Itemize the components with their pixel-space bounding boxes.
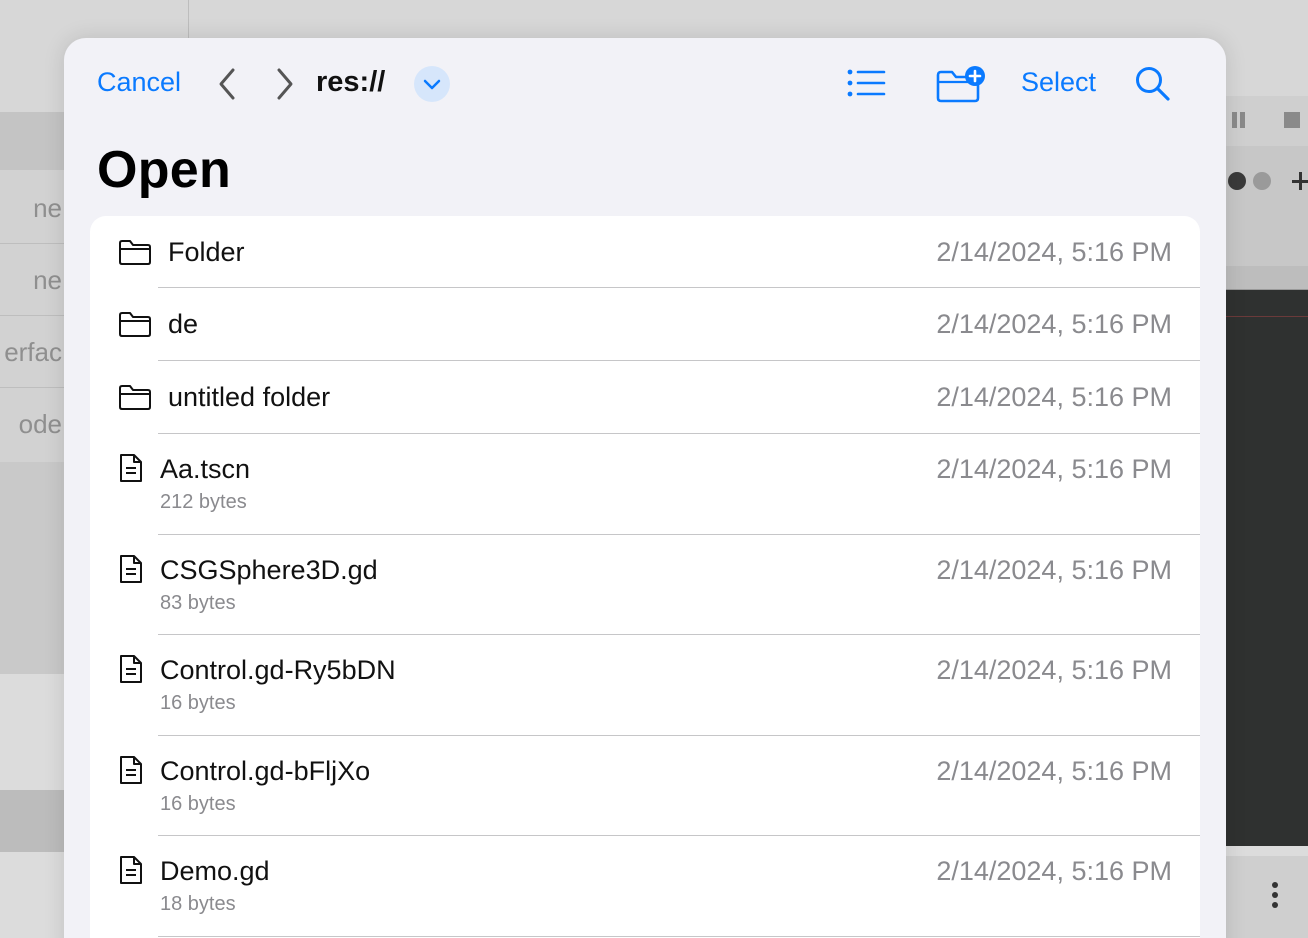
page-title: Open <box>97 141 232 199</box>
background-viewport <box>1226 290 1308 846</box>
path-menu-button[interactable] <box>414 66 450 102</box>
search-icon[interactable] <box>1134 65 1172 103</box>
item-size: 83 bytes <box>160 592 236 614</box>
list-item-file[interactable]: Control.gd-bFljXo 16 bytes 2/14/2024, 5:… <box>90 736 1200 836</box>
item-name: Folder <box>168 237 245 267</box>
document-icon <box>120 856 142 884</box>
background-sidebar-item: ne <box>0 244 64 316</box>
background-divider <box>188 0 189 40</box>
document-icon <box>120 756 142 784</box>
item-date: 2/14/2024, 5:16 PM <box>936 237 1172 267</box>
chevron-down-icon <box>423 79 441 90</box>
list-item-file[interactable]: Demo.gd 18 bytes 2/14/2024, 5:16 PM <box>90 836 1200 937</box>
background-sidebar-panel <box>0 462 64 674</box>
list-item-folder[interactable]: Folder 2/14/2024, 5:16 PM <box>90 216 1200 288</box>
list-item-folder[interactable]: untitled folder 2/14/2024, 5:16 PM <box>90 361 1200 434</box>
row-divider <box>158 936 1200 937</box>
folder-icon <box>119 312 151 337</box>
list-item-file[interactable]: Aa.tscn 212 bytes 2/14/2024, 5:16 PM <box>90 434 1200 535</box>
file-picker-sheet: Cancel res:// Select Open Folder 2/14/20… <box>64 38 1226 938</box>
item-name: Control.gd-Ry5bDN <box>160 655 396 685</box>
item-date: 2/14/2024, 5:16 PM <box>936 856 1172 886</box>
item-date: 2/14/2024, 5:16 PM <box>936 454 1172 484</box>
item-name: untitled folder <box>168 382 331 412</box>
background-ruler <box>1226 266 1308 290</box>
item-date: 2/14/2024, 5:16 PM <box>936 555 1172 585</box>
select-button[interactable]: Select <box>1021 67 1096 98</box>
background-sidebar-item: ode <box>18 409 62 439</box>
cancel-button[interactable]: Cancel <box>97 67 181 98</box>
list-view-icon[interactable] <box>846 68 886 100</box>
item-name: Aa.tscn <box>160 454 251 484</box>
item-name: Demo.gd <box>160 856 270 886</box>
item-size: 16 bytes <box>160 793 236 815</box>
navigation-bar: Cancel res:// Select <box>64 38 1226 130</box>
item-name: Control.gd-bFljXo <box>160 756 371 786</box>
item-date: 2/14/2024, 5:16 PM <box>936 756 1172 786</box>
background-bottom-bar <box>1226 856 1308 938</box>
background-viewport-guide <box>1226 316 1308 317</box>
background-sidebar-footer <box>0 790 64 852</box>
item-size: 16 bytes <box>160 692 236 714</box>
background-sidebar-item: erfac <box>0 316 64 388</box>
document-icon <box>120 555 142 583</box>
item-name: de <box>168 309 199 339</box>
list-item-file[interactable]: Control.gd-Ry5bDN 16 bytes 2/14/2024, 5:… <box>90 635 1200 736</box>
chevron-right-icon[interactable] <box>268 66 300 102</box>
item-date: 2/14/2024, 5:16 PM <box>936 382 1172 412</box>
chevron-left-icon[interactable] <box>212 66 244 102</box>
list-item-folder[interactable]: de 2/14/2024, 5:16 PM <box>90 288 1200 361</box>
list-item-file[interactable]: CSGSphere3D.gd 83 bytes 2/14/2024, 5:16 … <box>90 535 1200 635</box>
folder-icon <box>119 240 151 265</box>
path-title: res:// <box>316 66 386 98</box>
document-icon <box>120 454 142 482</box>
document-icon <box>120 655 142 683</box>
background-sidebar: ne ne erfac ode <box>0 170 64 462</box>
background-sidebar-item: ne <box>0 172 64 244</box>
background-sidebar-header <box>0 112 64 170</box>
item-date: 2/14/2024, 5:16 PM <box>936 309 1172 339</box>
item-name: CSGSphere3D.gd <box>160 555 378 585</box>
file-list: Folder 2/14/2024, 5:16 PM de 2/14/2024, … <box>90 216 1200 938</box>
item-size: 212 bytes <box>160 491 247 513</box>
background-playback-bar <box>1226 96 1308 146</box>
item-size: 18 bytes <box>160 893 236 915</box>
item-date: 2/14/2024, 5:16 PM <box>936 655 1172 685</box>
new-folder-icon[interactable] <box>934 64 986 104</box>
background-side-strip <box>1226 146 1308 266</box>
folder-icon <box>119 385 151 410</box>
